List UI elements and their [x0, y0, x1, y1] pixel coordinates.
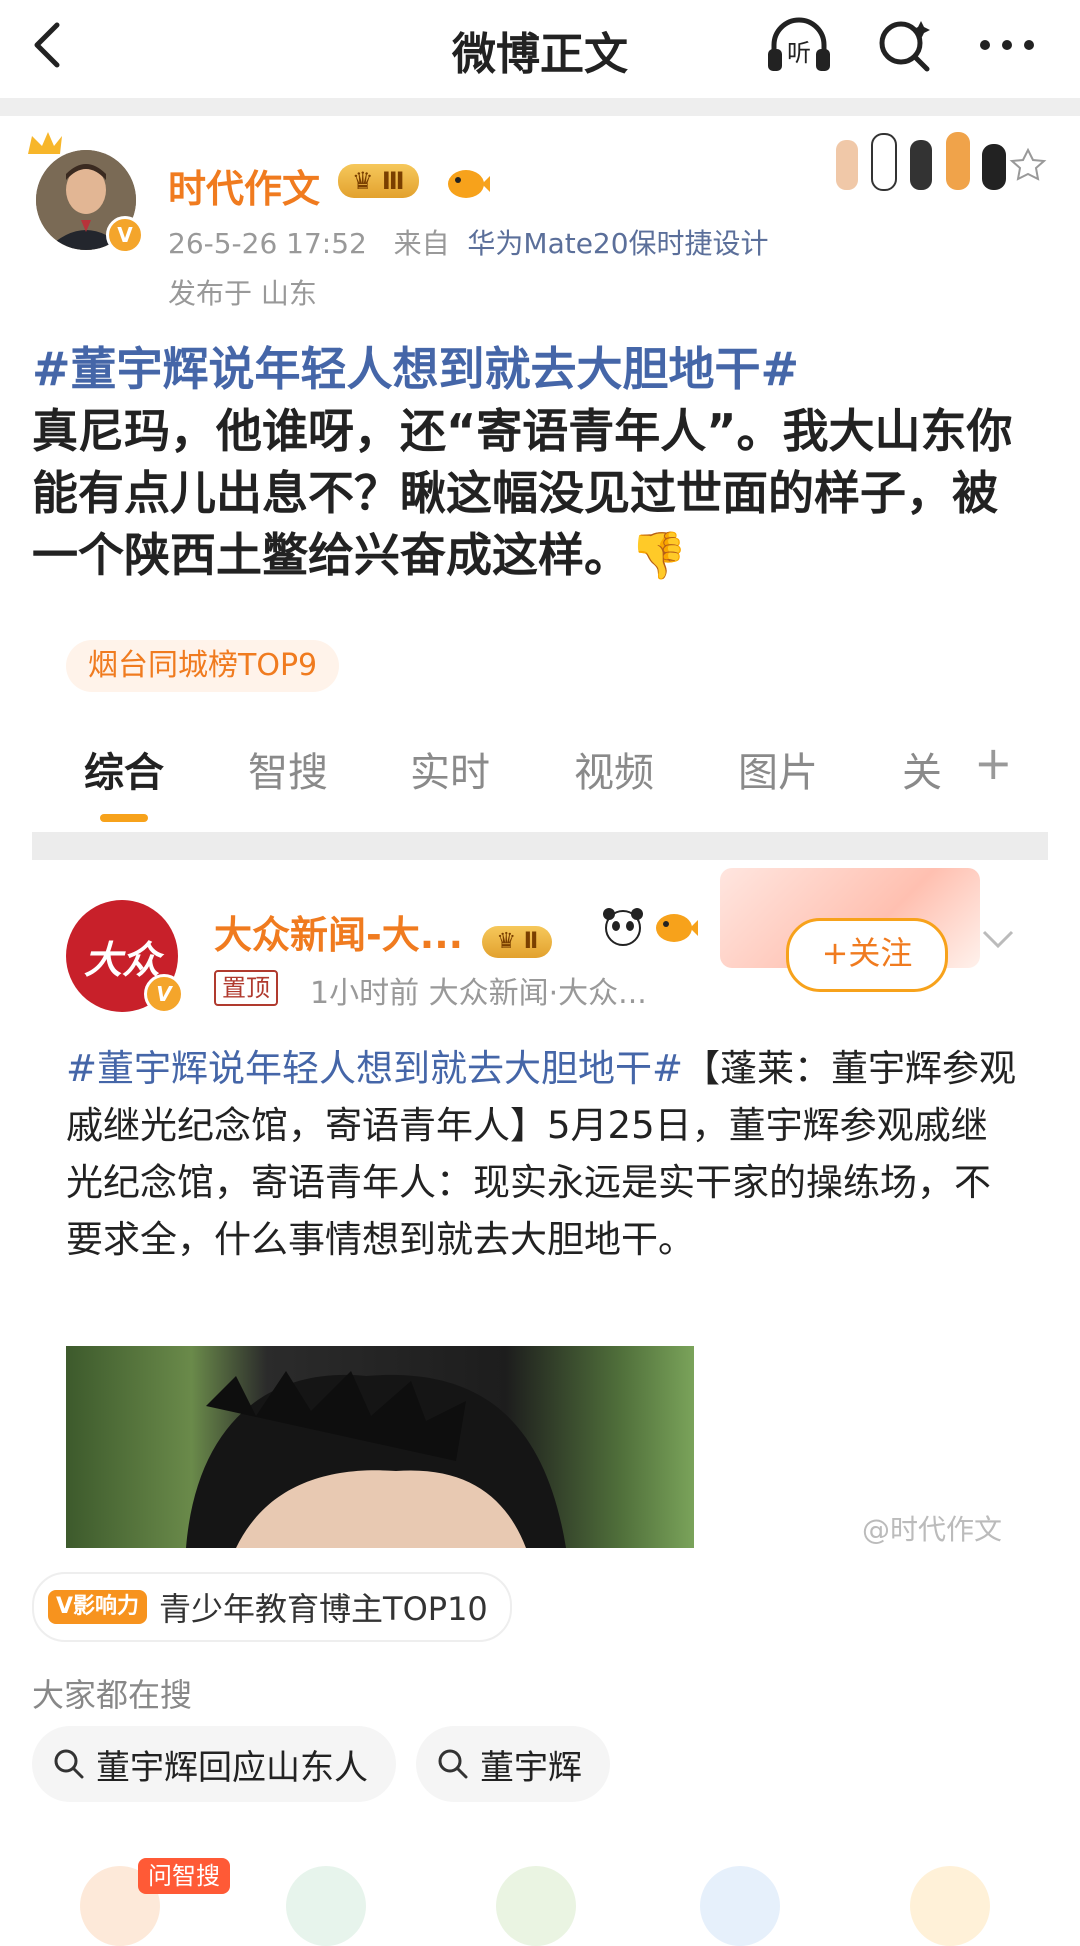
card-author-name[interactable]: 大众新闻-大... ♛ Ⅱ: [214, 904, 553, 959]
card-body: #董宇辉说年轻人想到就去大胆地干#【蓬莱：董宇辉参观戚继光纪念馆，寄语青年人】5…: [66, 1040, 1016, 1268]
tab-separator: [32, 832, 1048, 860]
search-icon[interactable]: [870, 10, 940, 80]
listen-label: 听: [787, 39, 811, 67]
card-topic-link[interactable]: #董宇辉说年轻人想到就去大胆地干#: [66, 1047, 683, 1090]
search-chip-2-label: 董宇辉: [480, 1747, 582, 1788]
card-meta: 1小时前 大众新闻·大众...: [310, 976, 647, 1011]
tab-shishi[interactable]: 实时: [410, 740, 490, 798]
watermark: @时代作文: [862, 1513, 1003, 1546]
author-name[interactable]: 时代作文: [168, 158, 320, 213]
card-author-name-text: 大众新闻-大...: [214, 913, 464, 957]
cat-paws-decoration-icon: [830, 120, 1050, 204]
panda-emoji-icon: [600, 906, 646, 952]
crown-small-icon: ♛: [352, 167, 374, 195]
tab-shipin[interactable]: 视频: [574, 740, 654, 798]
device-link[interactable]: 华为Mate20保时捷设计: [467, 227, 768, 260]
post-time: 26-5-26 17:52: [168, 227, 367, 260]
level-text: Ⅲ: [381, 167, 405, 195]
card-verified-badge-icon: V: [144, 974, 184, 1014]
source-prefix: 来自: [393, 227, 450, 260]
bottom-bubble-2[interactable]: [286, 1866, 366, 1946]
ask-zhisou-badge[interactable]: 问智搜: [138, 1858, 230, 1894]
bottom-bubble-3[interactable]: [496, 1866, 576, 1946]
post-text: 真尼玛，他谁呀，还“寄语青年人”。我大山东你能有点儿出息不？瞅这幅没见过世面的样…: [32, 404, 1013, 582]
bottom-bubble-4[interactable]: [700, 1866, 780, 1946]
post-location: 发布于 山东: [168, 277, 317, 310]
card-photo[interactable]: [66, 1346, 694, 1548]
card-avatar[interactable]: 大众 V: [66, 900, 184, 1014]
search-chip-1-label: 董宇辉回应山东人: [96, 1747, 368, 1788]
header-separator: [0, 98, 1080, 116]
more-icon[interactable]: [972, 10, 1042, 80]
card-level-badge: ♛ Ⅱ: [482, 926, 553, 958]
verified-badge-icon: V: [106, 216, 144, 254]
influence-tag: V影响力: [48, 1590, 148, 1624]
search-chip-2[interactable]: 董宇辉: [416, 1726, 610, 1802]
bottom-bubble-5[interactable]: [910, 1866, 990, 1946]
thumbs-down-emoji: 👎: [630, 528, 688, 582]
card-level-text: Ⅱ: [523, 929, 539, 954]
crown-icon: [28, 132, 62, 154]
level-badge: ♛ Ⅲ: [338, 164, 419, 198]
card-crown-icon: ♛: [496, 929, 517, 954]
search-tabs: 综合 智搜 实时 视频 图片 关 +: [32, 736, 1042, 830]
post-meta: 26-5-26 17:52 来自 华为Mate20保时捷设计: [168, 222, 769, 262]
card-avatar-text: 大众: [83, 937, 160, 982]
follow-button[interactable]: +关注: [786, 918, 948, 992]
active-tab-indicator: [100, 814, 148, 822]
search-chip-icon: [54, 1749, 84, 1779]
post-topic-link[interactable]: #董宇辉说年轻人想到就去大胆地干#: [32, 342, 799, 396]
search-chip-1[interactable]: 董宇辉回应山东人: [32, 1726, 396, 1802]
tab-zhisou[interactable]: 智搜: [248, 740, 328, 798]
post-body: #董宇辉说年轻人想到就去大胆地干# 真尼玛，他谁呀，还“寄语青年人”。我大山东你…: [32, 338, 1042, 586]
tab-guan[interactable]: 关: [902, 740, 942, 798]
rank-tag[interactable]: 烟台同城榜TOP9: [66, 640, 340, 692]
tab-zonghe[interactable]: 综合: [84, 740, 164, 798]
search-chip-icon: [438, 1749, 468, 1779]
listen-icon[interactable]: 听: [764, 10, 834, 80]
top-bar: 微博正文 听: [0, 0, 1080, 98]
pinned-badge: 置顶: [214, 970, 278, 1006]
tab-tupian[interactable]: 图片: [738, 740, 818, 798]
influence-text: 青少年教育博主TOP10: [159, 1590, 488, 1628]
chevron-down-icon[interactable]: [978, 918, 1018, 958]
card-fish-emoji-icon: [652, 906, 698, 950]
fish-emoji-icon: [444, 162, 490, 206]
search-heading: 大家都在搜: [32, 1676, 193, 1714]
influence-pill[interactable]: V影响力 青少年教育博主TOP10: [32, 1572, 512, 1642]
add-tab-icon[interactable]: +: [974, 736, 1013, 790]
author-avatar[interactable]: V: [28, 132, 144, 254]
